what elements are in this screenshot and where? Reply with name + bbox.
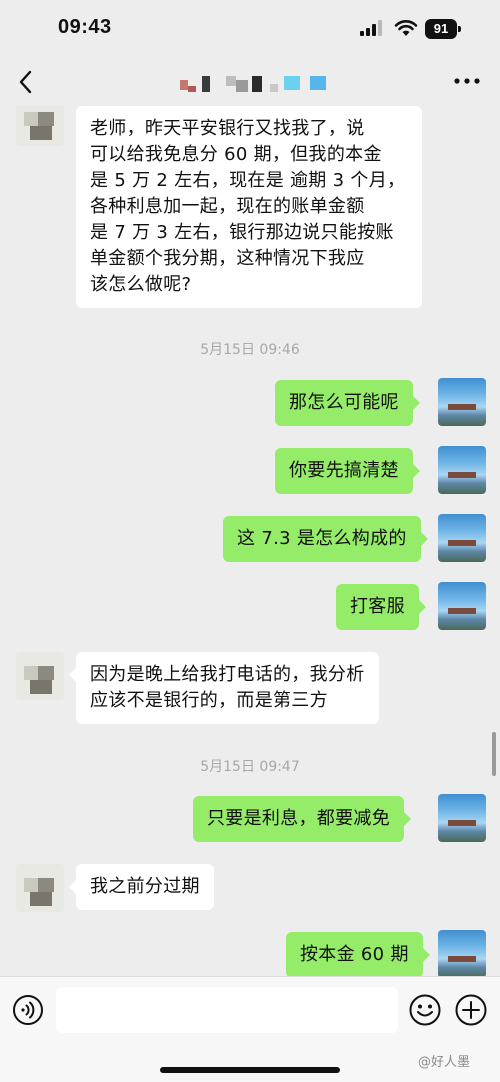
plus-icon[interactable]: [454, 993, 488, 1027]
user-avatar[interactable]: [438, 930, 486, 976]
contact-name-pixelated: [172, 74, 342, 96]
contact-avatar[interactable]: [16, 106, 64, 146]
chevron-left-icon[interactable]: [14, 68, 38, 96]
wifi-icon: [394, 20, 418, 36]
status-time: 09:43: [58, 16, 112, 38]
outgoing-message[interactable]: 按本金 60 期: [286, 932, 430, 976]
battery-level: 91: [425, 19, 457, 39]
message-timestamp: 5月15日 09:46: [200, 342, 300, 358]
ellipsis-icon[interactable]: [454, 76, 480, 86]
chat-header: [0, 58, 500, 106]
outgoing-message[interactable]: 这 7.3 是怎么构成的: [223, 516, 428, 562]
battery-tip: [458, 26, 461, 32]
input-bar: @好人墨: [0, 976, 500, 1082]
incoming-message[interactable]: 老师，昨天平安银行又找我了，说 可以给我免息分 60 期，但我的本金 是 5 万…: [76, 106, 422, 308]
user-avatar[interactable]: [438, 794, 486, 842]
emoji-icon[interactable]: [408, 993, 442, 1027]
battery-icon: 91: [425, 19, 461, 39]
home-indicator[interactable]: [160, 1067, 340, 1073]
user-avatar[interactable]: [438, 514, 486, 562]
user-avatar[interactable]: [438, 378, 486, 426]
contact-avatar[interactable]: [16, 652, 64, 700]
voice-icon[interactable]: [12, 994, 44, 1026]
incoming-message[interactable]: 我之前分过期: [69, 864, 214, 910]
outgoing-message[interactable]: 打客服: [336, 584, 426, 630]
message-list[interactable]: 老师，昨天平安银行又找我了，说 可以给我免息分 60 期，但我的本金 是 5 万…: [0, 106, 500, 976]
message-input[interactable]: [56, 987, 398, 1033]
outgoing-message[interactable]: 只要是利息，都要减免: [193, 796, 411, 842]
status-bar: 09:43 91: [0, 0, 500, 58]
user-avatar[interactable]: [438, 582, 486, 630]
outgoing-message[interactable]: 你要先搞清楚: [275, 448, 420, 494]
scrollbar[interactable]: [492, 732, 496, 776]
message-timestamp: 5月15日 09:47: [200, 759, 300, 775]
signal-icon: [360, 20, 382, 36]
watermark: @好人墨: [418, 1055, 471, 1070]
contact-avatar[interactable]: [16, 864, 64, 912]
incoming-message[interactable]: 因为是晚上给我打电话的，我分析 应该不是银行的，而是第三方: [69, 652, 379, 724]
user-avatar[interactable]: [438, 446, 486, 494]
outgoing-message[interactable]: 那怎么可能呢: [275, 380, 420, 426]
